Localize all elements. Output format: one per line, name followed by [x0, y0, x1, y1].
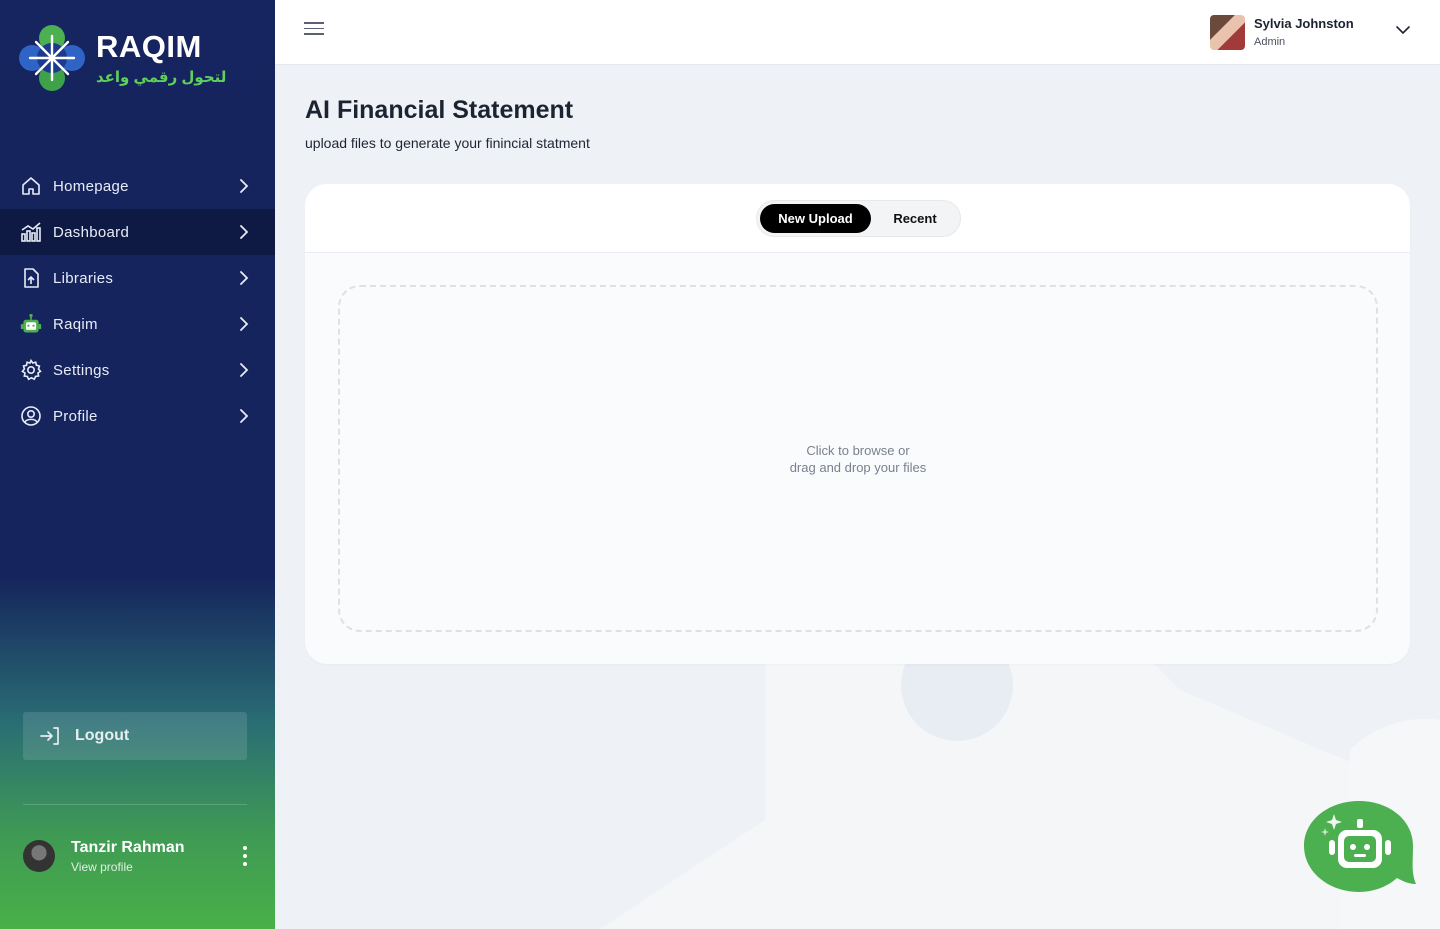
page-subtitle: upload files to generate your finincial …	[305, 135, 590, 151]
dashboard-chart-icon	[20, 221, 42, 243]
home-icon	[20, 175, 42, 197]
chevron-down-icon	[1396, 26, 1410, 35]
chatbot-launcher-button[interactable]	[1303, 800, 1421, 892]
sidebar-item-libraries[interactable]: Libraries	[0, 255, 275, 301]
logout-label: Logout	[75, 727, 130, 744]
chevron-right-icon	[240, 363, 249, 377]
sidebar-divider	[23, 804, 247, 805]
tab-new-upload[interactable]: New Upload	[760, 204, 871, 233]
robot-icon	[20, 313, 42, 335]
avatar	[23, 840, 55, 872]
user-circle-icon	[20, 405, 42, 427]
sidebar-user-name: Tanzir Rahman	[71, 839, 185, 856]
sidebar-item-raqim[interactable]: Raqim	[0, 301, 275, 347]
logout-button[interactable]: Logout	[23, 712, 247, 760]
file-dropzone[interactable]: Click to browse or drag and drop your fi…	[338, 285, 1378, 632]
more-vertical-icon[interactable]	[237, 842, 253, 868]
upload-card-header: New Upload Recent	[305, 184, 1410, 253]
top-header: Sylvia Johnston Admin	[275, 0, 1440, 65]
view-profile-link[interactable]: View profile	[71, 860, 133, 874]
header-user-name: Sylvia Johnston	[1254, 16, 1354, 31]
file-upload-icon	[20, 267, 42, 289]
sidebar-item-label: Libraries	[53, 269, 114, 287]
upload-tabs: New Upload Recent	[756, 200, 961, 237]
sidebar-item-homepage[interactable]: Homepage	[0, 163, 275, 209]
chevron-right-icon	[240, 409, 249, 423]
brand[interactable]: RAQIM لتحول رقمي واعد	[18, 24, 226, 92]
sidebar-item-settings[interactable]: Settings	[0, 347, 275, 393]
header-profile-menu[interactable]: Sylvia Johnston Admin	[1210, 13, 1410, 53]
dropzone-text-line2: drag and drop your files	[789, 459, 927, 475]
chevron-right-icon	[240, 271, 249, 285]
avatar	[1210, 15, 1245, 50]
sidebar-item-dashboard[interactable]: Dashboard	[0, 209, 275, 255]
sidebar: RAQIM لتحول رقمي واعد Homepage Dashboard…	[0, 0, 275, 929]
sidebar-item-profile[interactable]: Profile	[0, 393, 275, 439]
chevron-right-icon	[240, 179, 249, 193]
hamburger-menu-icon[interactable]	[304, 22, 324, 38]
brand-tagline: لتحول رقمي واعد	[96, 69, 227, 86]
sidebar-item-label: Dashboard	[53, 223, 130, 241]
sidebar-nav: Homepage Dashboard Libraries Raqim Setti…	[0, 163, 275, 439]
sidebar-user-card[interactable]: Tanzir Rahman View profile	[23, 838, 253, 878]
gear-icon	[20, 359, 42, 381]
brand-name: RAQIM	[96, 29, 202, 64]
sidebar-item-label: Profile	[53, 407, 98, 425]
raqim-logo-icon	[19, 25, 85, 91]
sidebar-item-label: Raqim	[53, 315, 98, 333]
logout-icon	[40, 727, 59, 745]
header-user-role: Admin	[1254, 36, 1286, 48]
page-title: AI Financial Statement	[305, 96, 574, 124]
chevron-right-icon	[240, 317, 249, 331]
dropzone-text-line1: Click to browse or	[806, 442, 910, 458]
sidebar-item-label: Homepage	[53, 177, 129, 195]
tab-recent[interactable]: Recent	[873, 204, 957, 233]
sidebar-item-label: Settings	[53, 361, 110, 379]
upload-card: New Upload Recent Click to browse or dra…	[305, 184, 1410, 664]
chevron-right-icon	[240, 225, 249, 239]
